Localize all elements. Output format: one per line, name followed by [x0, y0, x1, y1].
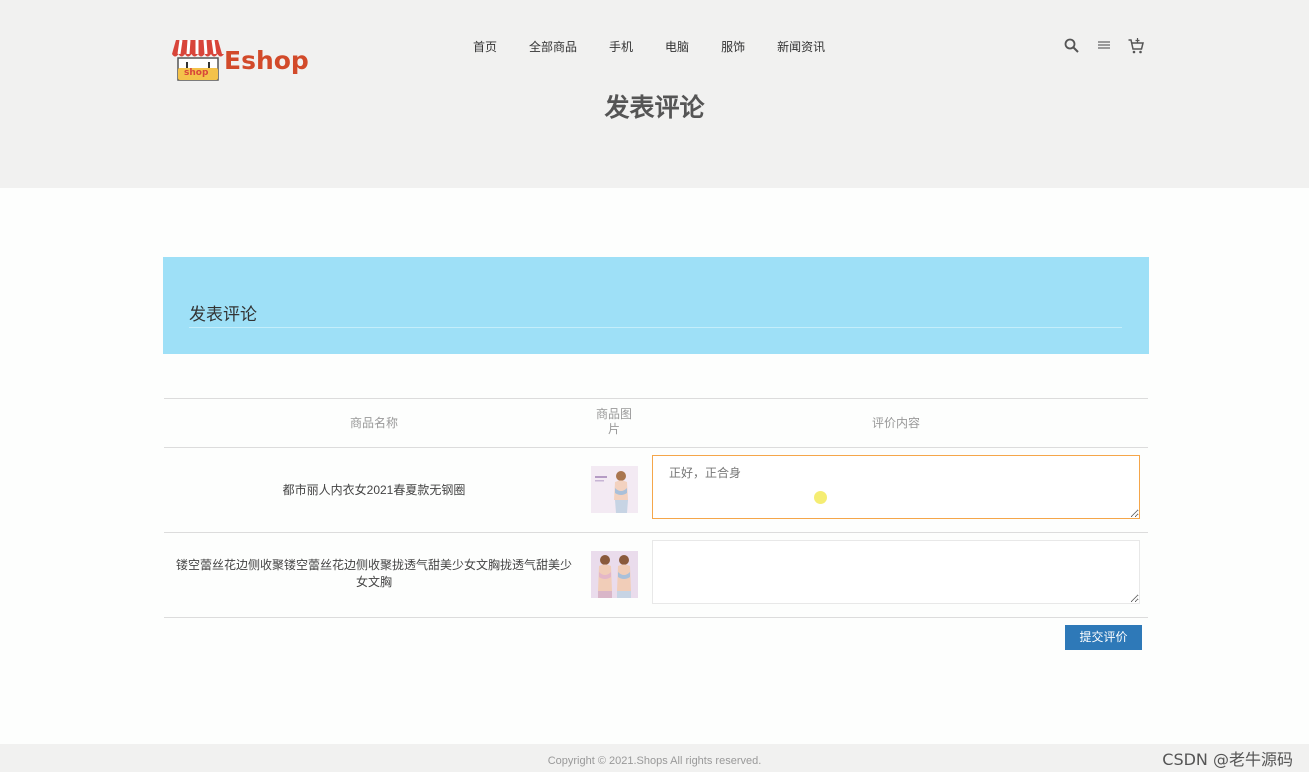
- site-header: shop Eshop 首页 全部商品 手机 电脑 服饰 新闻资讯 发表评论: [0, 0, 1309, 188]
- search-icon[interactable]: [1063, 37, 1081, 55]
- submit-review-button[interactable]: 提交评价: [1065, 625, 1142, 650]
- site-logo[interactable]: shop Eshop: [170, 36, 310, 84]
- row-1-product-image[interactable]: [591, 466, 638, 513]
- table-top-divider: [164, 398, 1148, 399]
- row-1-product-name: 都市丽人内衣女2021春夏款无钢圈: [282, 483, 466, 497]
- row-2-product-name: 镂空蕾丝花边侧收聚镂空蕾丝花边侧收聚拢透气甜美少女文胸拢透气甜美少女文胸: [175, 558, 572, 589]
- row-1-review-input[interactable]: 正好，正合身: [652, 455, 1140, 519]
- row-2-review-input[interactable]: [652, 540, 1140, 604]
- nav-item-apparel[interactable]: 服饰: [721, 39, 745, 55]
- banner-divider: [189, 327, 1122, 328]
- row-1-divider: [164, 532, 1148, 533]
- header-product-name: 商品名称: [349, 416, 398, 430]
- review-banner: 发表评论: [163, 257, 1149, 354]
- nav-item-all-products[interactable]: 全部商品: [529, 39, 577, 55]
- header-icons: [1063, 37, 1145, 55]
- copyright-text: Copyright © 2021.Shops All rights reserv…: [547, 755, 762, 767]
- header-product-image: 商品图片: [595, 407, 632, 436]
- nav-item-computers[interactable]: 电脑: [665, 39, 689, 55]
- nav-item-news[interactable]: 新闻资讯: [777, 39, 825, 55]
- page-title: 发表评论: [604, 94, 705, 122]
- header-review-content: 评价内容: [871, 416, 920, 430]
- csdn-watermark: CSDN @老牛源码: [1162, 750, 1293, 769]
- row-2-product-image[interactable]: [591, 551, 638, 598]
- logo-badge-text: shop: [184, 68, 209, 78]
- cart-icon[interactable]: [1127, 37, 1145, 55]
- main-nav: 首页 全部商品 手机 电脑 服饰 新闻资讯: [473, 39, 825, 55]
- mouse-cursor-highlight: [814, 491, 827, 504]
- banner-title: 发表评论: [189, 305, 257, 324]
- nav-item-phones[interactable]: 手机: [609, 39, 633, 55]
- row-2-divider: [164, 617, 1148, 618]
- nav-item-home[interactable]: 首页: [473, 39, 497, 55]
- site-footer: Copyright © 2021.Shops All rights reserv…: [0, 744, 1309, 772]
- logo-text: Eshop: [224, 46, 309, 75]
- menu-icon[interactable]: [1095, 37, 1113, 55]
- table-header-divider: [164, 447, 1148, 448]
